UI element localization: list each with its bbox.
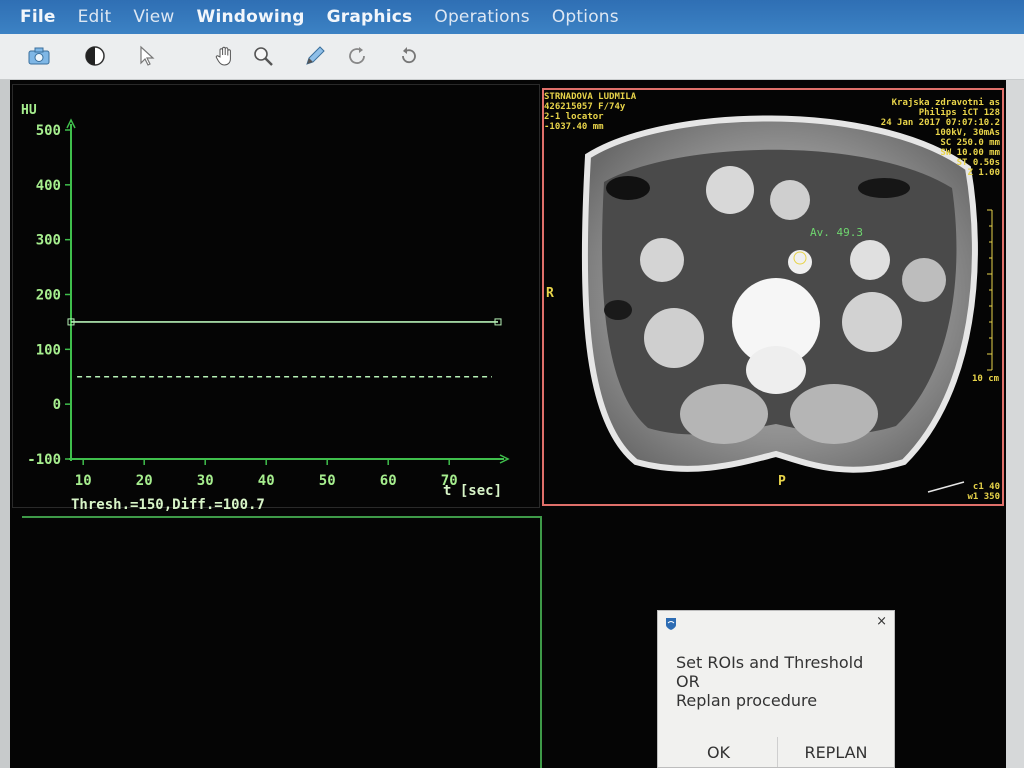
y-tick-label: -100 bbox=[27, 452, 61, 468]
scale-label: 10 cm bbox=[972, 374, 1000, 384]
y-tick-label: 100 bbox=[36, 342, 61, 358]
scan-sc: SC 250.0 mm bbox=[940, 138, 1000, 148]
table-position: -1037.40 mm bbox=[544, 122, 604, 132]
ct-scan-info: Krajska zdravotni as Philips iCT 128 24 Ja… bbox=[881, 98, 1000, 178]
x-tick-label: 60 bbox=[380, 473, 397, 489]
window-center: c1 40 bbox=[972, 482, 1000, 492]
camera-icon[interactable] bbox=[22, 39, 56, 73]
reset-icon[interactable] bbox=[392, 39, 426, 73]
right-scroll-strip[interactable] bbox=[1006, 80, 1024, 768]
y-tick-label: 0 bbox=[53, 397, 61, 413]
scanner-name: Philips iCT 128 bbox=[918, 108, 1000, 118]
orientation-right-label: R bbox=[546, 286, 554, 301]
window-settings: c1 40 w1 350 bbox=[967, 482, 1000, 502]
time-density-graph-viewport[interactable]: -100 0 100 200 300 400 500 10 20 30 40 50 60 70 HU t … bbox=[12, 84, 540, 513]
scan-kv: 100kV, 30mAs bbox=[934, 128, 1000, 138]
series-name: 2-1 locator bbox=[544, 112, 604, 122]
zoom-icon[interactable] bbox=[246, 39, 280, 73]
threshold-status-text: Thresh.=150,Diff.=100.7 bbox=[71, 497, 265, 513]
scan-datetime: 24 Jan 2017 07:07:10.2 bbox=[880, 118, 1000, 128]
graph-x-axis-label: t [sec] bbox=[443, 483, 503, 499]
toolbar bbox=[0, 34, 1024, 80]
dialog-line-2: OR bbox=[676, 672, 700, 691]
rotate-icon[interactable] bbox=[340, 39, 374, 73]
x-tick-label: 20 bbox=[136, 473, 153, 489]
menu-windowing[interactable]: Windowing bbox=[197, 7, 305, 27]
menu-options[interactable]: Options bbox=[552, 7, 619, 27]
pointer-icon[interactable] bbox=[130, 39, 164, 73]
pen-icon[interactable] bbox=[298, 39, 332, 73]
patient-id: 426215057 F/74y bbox=[544, 102, 626, 112]
contrast-icon[interactable] bbox=[78, 39, 112, 73]
hand-icon[interactable] bbox=[208, 39, 242, 73]
scan-sw: SW 10.00 mm bbox=[940, 148, 1000, 158]
empty-viewport-bottom-left[interactable] bbox=[22, 516, 542, 768]
roi-average-label: Av. 49.3 bbox=[810, 226, 863, 239]
hospital-name: Krajska zdravotni as bbox=[891, 98, 1000, 108]
y-tick-label: 200 bbox=[36, 288, 61, 304]
time-density-chart: -100010020030040050010 20 30 40 50 60 70 bbox=[27, 118, 510, 489]
dialog-line-1: Set ROIs and Threshold bbox=[676, 653, 864, 672]
x-tick-label: 30 bbox=[197, 473, 214, 489]
dialog-close-button[interactable]: × bbox=[876, 614, 887, 629]
x-tick-label: 50 bbox=[319, 473, 336, 489]
dialog-line-3: Replan procedure bbox=[676, 691, 818, 710]
patient-name: STRNADOVA LUDMILA bbox=[544, 92, 637, 102]
ok-button[interactable]: OK bbox=[660, 737, 778, 767]
replan-button[interactable]: REPLAN bbox=[780, 737, 892, 767]
menu-file[interactable]: File bbox=[20, 7, 56, 27]
orientation-posterior-label: P bbox=[778, 474, 786, 489]
menu-view[interactable]: View bbox=[133, 7, 174, 27]
y-tick-label: 400 bbox=[36, 178, 61, 194]
replan-dialog: × Set ROIs and Threshold OR Replan proce… bbox=[657, 610, 895, 768]
philips-shield-icon bbox=[666, 618, 676, 630]
y-tick-label: 500 bbox=[36, 123, 61, 139]
scan-st: ST 0.50s bbox=[956, 158, 1000, 168]
x-tick-label: 10 bbox=[75, 473, 92, 489]
menu-edit[interactable]: Edit bbox=[78, 7, 112, 27]
menu-bar: File Edit View Windowing Graphics Operat… bbox=[0, 0, 1024, 34]
window-width: w1 350 bbox=[967, 492, 1000, 502]
left-edge-strip bbox=[0, 80, 10, 768]
y-tick-label: 300 bbox=[36, 233, 61, 249]
x-tick-label: 40 bbox=[258, 473, 275, 489]
ct-patient-info: STRNADOVA LUDMILA 426215057 F/74y 2-1 loca… bbox=[544, 92, 636, 132]
menu-graphics[interactable]: Graphics bbox=[327, 7, 413, 27]
graph-y-axis-label: HU bbox=[21, 103, 37, 118]
menu-operations[interactable]: Operations bbox=[434, 7, 529, 27]
dialog-message: Set ROIs and Threshold OR Replan procedu… bbox=[676, 653, 886, 710]
ct-image-viewport[interactable]: STRNADOVA LUDMILA 426215057 F/74y 2-1 loca… bbox=[542, 88, 1004, 506]
scan-z: Z 1.00 bbox=[967, 168, 1000, 178]
